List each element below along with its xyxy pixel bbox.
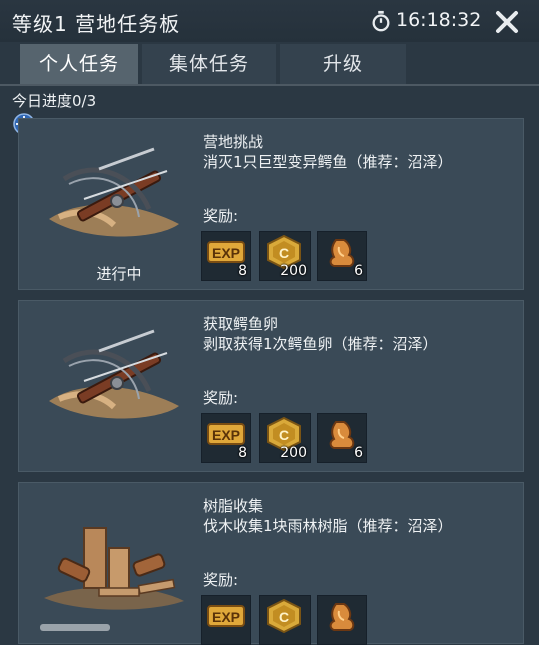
- reward-count: 8: [238, 263, 247, 279]
- page-title: 等级1 营地任务板: [12, 12, 181, 36]
- task-status: 进行中: [96, 265, 142, 283]
- reward-count: 200: [280, 445, 307, 461]
- reward-resource[interactable]: 6: [317, 231, 367, 281]
- reward-label: 奖励:: [203, 571, 239, 589]
- tab-group-tasks[interactable]: 集体任务: [142, 44, 276, 84]
- task-title: 获取鳄鱼卵: [203, 315, 279, 333]
- tab-divider: [0, 84, 539, 86]
- close-icon[interactable]: [494, 9, 520, 35]
- reward-count: 6: [354, 263, 363, 279]
- task-description: 伐木收集1块雨林树脂（推荐：沼泽）: [203, 517, 453, 535]
- reward-resource[interactable]: [317, 595, 367, 645]
- reward-exp[interactable]: 8: [201, 231, 251, 281]
- reward-resource[interactable]: 6: [317, 413, 367, 463]
- tab-personal-tasks[interactable]: 个人任务: [20, 44, 138, 84]
- wood-pile-icon: [39, 503, 189, 613]
- reward-label: 奖励:: [203, 389, 239, 407]
- reward-coin[interactable]: 200: [259, 413, 311, 463]
- tab-upgrade[interactable]: 升级: [280, 44, 406, 84]
- countdown-timer: 16:18:32: [396, 9, 482, 31]
- reward-count: 200: [280, 263, 307, 279]
- coin-icon: [264, 599, 304, 633]
- stopwatch-icon: [372, 10, 390, 32]
- resource-icon: [322, 599, 362, 633]
- title-bar: 等级1 营地任务板 16:18:32: [0, 0, 539, 42]
- task-card[interactable]: 树脂收集 伐木收集1块雨林树脂（推荐：沼泽） 奖励:: [18, 482, 524, 645]
- exp-icon: [206, 599, 246, 633]
- reward-coin[interactable]: [259, 595, 311, 645]
- task-description: 消灭1只巨型变异鳄鱼（推荐：沼泽）: [203, 153, 453, 171]
- reward-count: 6: [354, 445, 363, 461]
- crossbow-trap-icon: [39, 321, 189, 431]
- scrollbar[interactable]: [40, 624, 110, 631]
- task-title: 营地挑战: [203, 133, 264, 151]
- task-description: 剥取获得1次鳄鱼卵（推荐：沼泽）: [203, 335, 438, 353]
- reward-count: 8: [238, 445, 247, 461]
- reward-coin[interactable]: 200: [259, 231, 311, 281]
- reward-exp[interactable]: 8: [201, 413, 251, 463]
- task-card[interactable]: 进行中 营地挑战 消灭1只巨型变异鳄鱼（推荐：沼泽） 奖励: 8 200 6: [18, 118, 524, 290]
- reward-exp[interactable]: [201, 595, 251, 645]
- reward-label: 奖励:: [203, 207, 239, 225]
- daily-progress: 今日进度0/3: [12, 92, 97, 110]
- task-title: 树脂收集: [203, 497, 264, 515]
- crossbow-trap-icon: [39, 139, 189, 249]
- task-card[interactable]: 获取鳄鱼卵 剥取获得1次鳄鱼卵（推荐：沼泽） 奖励: 8 200 6: [18, 300, 524, 472]
